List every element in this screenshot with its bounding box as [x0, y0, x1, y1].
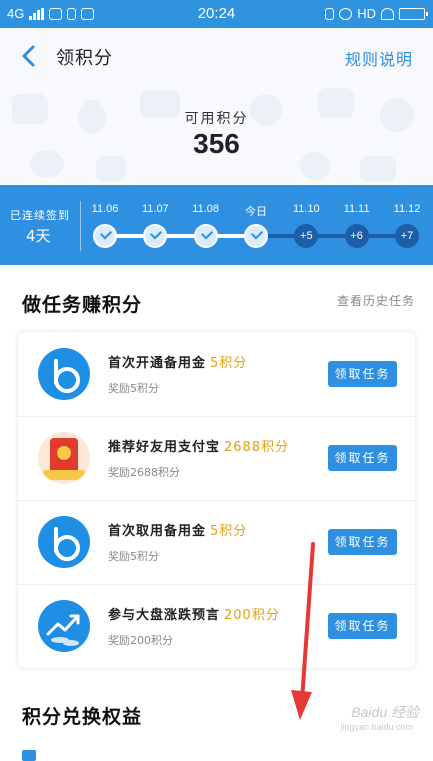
task-name: 参与大盘涨跌预言 200积分 — [108, 604, 280, 623]
points-header: 领积分 规则说明 可用积分 356 — [0, 28, 433, 185]
back-button[interactable] — [18, 44, 40, 68]
alarm-icon — [339, 7, 353, 20]
screen: 4G 20:24 HD 领积分 规则说明 可用积分 356 已连续签到 4天 1… — [0, 0, 433, 761]
checked-day-icon — [143, 224, 168, 248]
task-reward: 奖励5积分 — [108, 382, 159, 395]
checked-day-icon — [93, 224, 117, 248]
beiyongjin-b-icon — [38, 348, 90, 400]
tasks-section-title: 做任务赚积分 — [22, 294, 143, 316]
category-icon — [22, 750, 36, 761]
trend-chart-icon — [38, 600, 90, 652]
task-list-card: 首次开通备用金 5积分 奖励5积分 领取任务 推荐好友用支付宝 2688积分 奖励2… — [18, 332, 415, 668]
rules-link[interactable]: 规则说明 — [345, 46, 413, 70]
task-title: 参与大盘涨跌预言 — [108, 608, 221, 623]
page-title: 领积分 — [56, 48, 113, 69]
streak-track-remaining — [257, 234, 407, 238]
task-item: 首次开通备用金 5积分 奖励5积分 领取任务 — [18, 332, 415, 416]
claim-task-button[interactable]: 领取任务 — [328, 529, 397, 555]
status-bar: 4G 20:24 HD — [0, 0, 433, 28]
streak-date-label: 11.10 — [292, 203, 320, 215]
task-name: 首次开通备用金 5积分 — [108, 352, 247, 371]
streak-date-label: 11.12 — [393, 203, 421, 215]
wifi-icon — [381, 7, 394, 20]
checked-day-icon — [193, 224, 218, 248]
task-bonus: 5积分 — [210, 356, 248, 371]
streak-date-label: 11.07 — [141, 203, 169, 215]
claim-task-button[interactable]: 领取任务 — [328, 445, 397, 471]
battery-icon — [399, 7, 428, 20]
watermark-brand: Baidu 经验 — [351, 704, 419, 720]
red-envelope-icon — [38, 432, 90, 484]
hd-indicator: HD — [357, 6, 376, 21]
status-right: HD — [325, 6, 428, 21]
vibrate-icon — [325, 7, 335, 20]
task-title: 推荐好友用支付宝 — [108, 440, 221, 455]
task-title: 首次取用备用金 — [108, 524, 207, 539]
upcoming-day-reward: +7 — [395, 224, 419, 248]
nav-bar: 领积分 规则说明 — [0, 28, 433, 84]
trend-arrow-icon — [46, 614, 80, 646]
streak-divider — [80, 201, 81, 251]
task-reward: 奖励5积分 — [108, 550, 159, 563]
streak-days: 4天 — [26, 227, 51, 245]
checkin-streak-bar: 已连续签到 4天 11.06 11.07 11.08 今日 11.10 +5 11.11 +6… — [0, 185, 433, 265]
task-bonus: 2688积分 — [224, 440, 290, 455]
beiyongjin-b-icon — [38, 516, 90, 568]
streak-label: 已连续签到 — [10, 209, 70, 222]
claim-task-button[interactable]: 领取任务 — [328, 361, 397, 387]
watermark-url: jingyan.baidu.com — [340, 722, 413, 732]
exchange-section-title: 积分兑换权益 — [22, 706, 143, 728]
task-item: 参与大盘涨跌预言 200积分 奖励200积分 领取任务 — [18, 584, 415, 668]
task-history-link[interactable]: 查看历史任务 — [337, 292, 415, 309]
task-item: 首次取用备用金 5积分 奖励5积分 领取任务 — [18, 500, 415, 584]
task-item: 推荐好友用支付宝 2688积分 奖励2688积分 领取任务 — [18, 416, 415, 500]
task-reward: 奖励200积分 — [108, 634, 173, 647]
task-name: 推荐好友用支付宝 2688积分 — [108, 436, 289, 455]
upcoming-day-reward: +6 — [344, 224, 369, 248]
streak-date-label: 11.11 — [343, 203, 370, 215]
task-reward: 奖励2688积分 — [108, 466, 180, 479]
annotation-arrow-icon — [291, 542, 315, 720]
streak-date-label: 11.08 — [192, 203, 220, 215]
streak-date-label: 11.06 — [91, 203, 119, 215]
points-value: 356 — [193, 128, 240, 159]
task-title: 首次开通备用金 — [108, 356, 207, 371]
points-label: 可用积分 — [184, 111, 249, 127]
claim-task-button[interactable]: 领取任务 — [328, 613, 397, 639]
streak-date-label: 今日 — [245, 206, 267, 218]
chevron-left-icon — [22, 45, 35, 67]
task-name: 首次取用备用金 5积分 — [108, 520, 247, 539]
task-bonus: 200积分 — [224, 608, 280, 623]
upcoming-day-reward: +5 — [294, 224, 319, 248]
streak-track-done — [105, 234, 257, 238]
task-bonus: 5积分 — [210, 524, 248, 539]
checked-day-icon — [244, 224, 268, 248]
